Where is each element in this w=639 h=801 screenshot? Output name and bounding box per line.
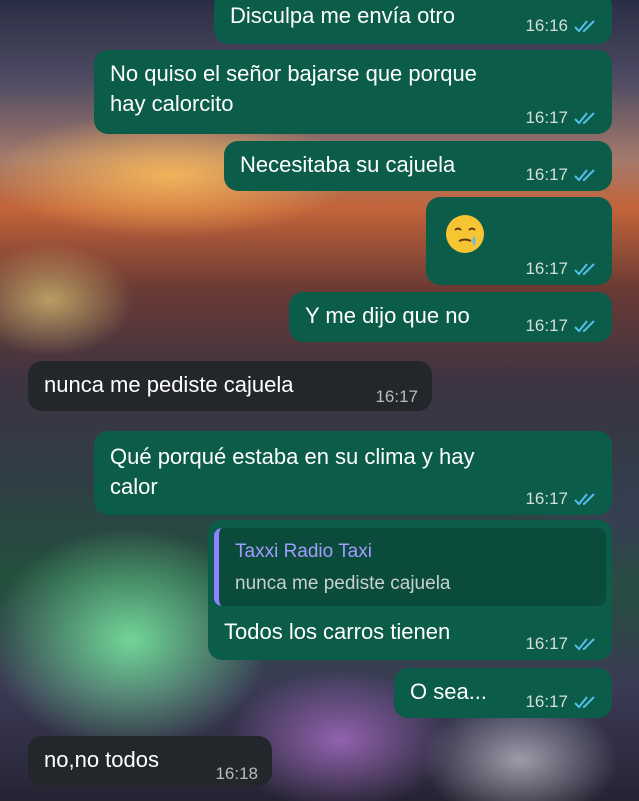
message-text-line2: hay calorcito: [110, 91, 234, 116]
message-meta: 16:17: [525, 312, 600, 340]
message-outgoing[interactable]: Necesitaba su cajuela 16:17: [224, 141, 612, 191]
message-time: 16:16: [525, 16, 568, 35]
message-time: 16:17: [525, 692, 568, 711]
message-outgoing-reply[interactable]: Taxxi Radio Taxi nunca me pediste cajuel…: [208, 520, 612, 660]
read-ticks-icon: [574, 493, 595, 506]
message-time: 16:17: [525, 634, 568, 653]
read-ticks-icon: [574, 320, 595, 333]
message-meta: 16:17: [525, 485, 600, 513]
message-incoming[interactable]: no,no todos 16:18: [28, 736, 272, 786]
message-text: no,no todos: [44, 747, 159, 772]
message-meta: 16:17: [525, 688, 600, 716]
read-ticks-icon: [574, 638, 595, 651]
message-text: Necesitaba su cajuela: [240, 152, 456, 177]
message-outgoing[interactable]: Qué porqué estaba en su clima y hay calo…: [94, 431, 612, 515]
quoted-message[interactable]: Taxxi Radio Taxi nunca me pediste cajuel…: [214, 528, 606, 606]
message-text: nunca me pediste cajuela: [44, 372, 294, 397]
message-text-line1: No quiso el señor bajarse que porque: [110, 61, 477, 86]
message-text: Disculpa me envía otro: [230, 3, 455, 28]
message-outgoing[interactable]: O sea... 16:17: [394, 668, 612, 718]
message-outgoing[interactable]: No quiso el señor bajarse que porque hay…: [94, 50, 612, 134]
quote-author: Taxxi Radio Taxi: [235, 541, 372, 562]
message-outgoing[interactable]: Y me dijo que no 16:17: [289, 292, 612, 342]
read-ticks-icon: [574, 263, 595, 276]
read-ticks-icon: [574, 696, 595, 709]
message-text: Y me dijo que no: [305, 303, 470, 328]
read-ticks-icon: [574, 169, 595, 182]
message-text-line1: Qué porqué estaba en su clima y hay: [110, 444, 475, 469]
message-incoming[interactable]: nunca me pediste cajuela 16:17: [28, 361, 432, 411]
message-time: 16:17: [375, 387, 418, 406]
message-time: 16:17: [525, 108, 568, 127]
crying-face-emoji-icon: [446, 215, 484, 253]
message-meta: 16:17: [525, 104, 600, 132]
message-meta: 16:17: [525, 630, 600, 658]
message-text: O sea...: [410, 679, 488, 704]
message-meta: 16:18: [215, 760, 258, 788]
quote-text: nunca me pediste cajuela: [235, 573, 451, 594]
message-text: Todos los carros tienen: [224, 619, 451, 644]
message-time: 16:17: [525, 165, 568, 184]
message-time: 16:17: [525, 259, 568, 278]
message-text-line2: calor: [110, 474, 158, 499]
message-outgoing[interactable]: 16:17: [426, 197, 612, 285]
message-outgoing[interactable]: Disculpa me envía otro 16:16: [214, 0, 612, 44]
read-ticks-icon: [574, 112, 595, 125]
message-meta: 16:17: [525, 255, 600, 283]
read-ticks-icon: [574, 20, 595, 33]
message-time: 16:18: [215, 764, 258, 783]
message-time: 16:17: [525, 316, 568, 335]
message-time: 16:17: [525, 489, 568, 508]
message-meta: 16:16: [525, 12, 600, 40]
message-meta: 16:17: [525, 161, 600, 189]
message-meta: 16:17: [375, 383, 418, 411]
